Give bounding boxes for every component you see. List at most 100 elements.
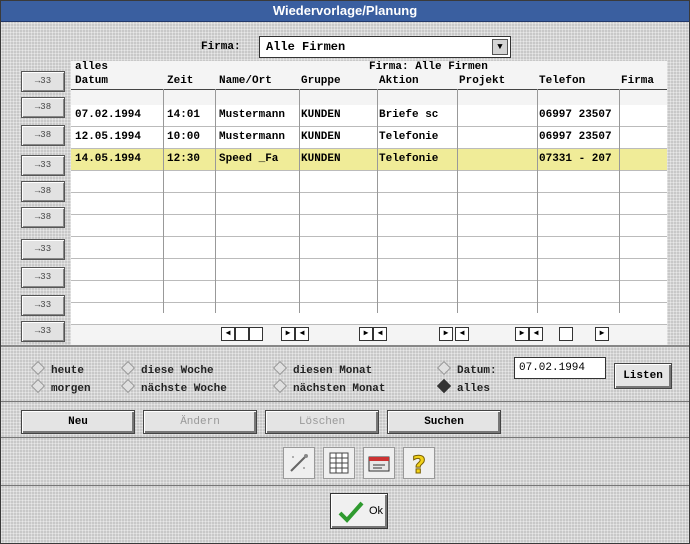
- table-row[interactable]: 12.05.1994 10:00 Mustermann KUNDEN Telef…: [71, 127, 667, 149]
- radio-datum[interactable]: Datum:: [436, 360, 497, 377]
- radio-icon: [272, 378, 288, 394]
- table-row[interactable]: [71, 303, 667, 325]
- radio-label: alles: [457, 383, 491, 395]
- divider: [1, 485, 689, 486]
- window: Wiedervorlage/Planung Firma: Alle Firmen…: [0, 0, 690, 544]
- scroll-track[interactable]: [559, 327, 573, 341]
- radio-heute[interactable]: heute: [30, 360, 84, 377]
- scroll-left-icon[interactable]: ◀: [373, 327, 387, 341]
- checkmark-icon: [338, 501, 364, 523]
- cell-aktion: Telefonie: [379, 153, 439, 165]
- card-file-icon[interactable]: [363, 447, 395, 479]
- divider: [1, 345, 689, 347]
- column-scrollbars: ◀ ▶ ◀ ▶ ◀ ▶ ◀ ▶ ◀ ▶: [71, 327, 667, 343]
- scroll-left-icon[interactable]: ◀: [221, 327, 235, 341]
- window-title: Wiedervorlage/Planung: [1, 1, 689, 22]
- firma-select-value: Alle Firmen: [266, 40, 346, 54]
- radio-icon: [272, 360, 288, 376]
- table-row[interactable]: 07.02.1994 14:01 Mustermann KUNDEN Brief…: [71, 105, 667, 127]
- table-row[interactable]: [71, 281, 667, 303]
- cell-name: Mustermann: [219, 109, 286, 121]
- appointment-grid: alles Firma: Alle Firmen Datum Zeit Name…: [71, 61, 667, 346]
- radio-icon-selected: [436, 378, 452, 394]
- column-divider: [619, 89, 620, 313]
- column-divider: [457, 89, 458, 313]
- col-header-telefon[interactable]: Telefon: [539, 75, 585, 87]
- radio-naechsten-monat[interactable]: nächsten Monat: [272, 378, 385, 395]
- dropdown-arrow-icon[interactable]: ▼: [492, 39, 508, 55]
- divider: [1, 437, 689, 438]
- scroll-right-icon[interactable]: ▶: [359, 327, 373, 341]
- cell-datum: 07.02.1994: [75, 109, 142, 121]
- side-button-9[interactable]: →33: [21, 295, 65, 316]
- suchen-button[interactable]: Suchen: [387, 410, 501, 434]
- column-divider: [377, 89, 378, 313]
- listen-button[interactable]: Listen: [614, 363, 672, 389]
- radio-label: morgen: [51, 383, 91, 395]
- col-header-firma[interactable]: Firma: [621, 75, 654, 87]
- scroll-track[interactable]: [235, 327, 249, 341]
- col-header-projekt[interactable]: Projekt: [459, 75, 505, 87]
- date-input[interactable]: 07.02.1994: [514, 357, 606, 379]
- side-button-3[interactable]: →38: [21, 125, 65, 146]
- table-row[interactable]: [71, 171, 667, 193]
- radio-label: Datum:: [457, 365, 497, 377]
- radio-icon: [436, 360, 452, 376]
- column-divider: [299, 89, 300, 313]
- divider: [1, 401, 689, 402]
- scroll-right-icon[interactable]: ▶: [595, 327, 609, 341]
- radio-label: diesen Monat: [293, 365, 373, 377]
- help-icon[interactable]: ?: [403, 447, 435, 480]
- scroll-right-icon[interactable]: ▶: [281, 327, 295, 341]
- side-button-2[interactable]: →38: [21, 97, 65, 118]
- side-button-5[interactable]: →38: [21, 181, 65, 202]
- col-header-name[interactable]: Name/Ort: [219, 75, 272, 87]
- scroll-left-icon[interactable]: ◀: [455, 327, 469, 341]
- ok-button[interactable]: Ok: [330, 493, 388, 529]
- col-header-aktion[interactable]: Aktion: [379, 75, 419, 87]
- col-header-gruppe[interactable]: Gruppe: [301, 75, 341, 87]
- cell-gruppe: KUNDEN: [301, 153, 341, 165]
- col-header-datum[interactable]: Datum: [75, 75, 108, 87]
- col-header-zeit[interactable]: Zeit: [167, 75, 193, 87]
- table-row[interactable]: [71, 193, 667, 215]
- radio-alles[interactable]: alles: [436, 378, 491, 395]
- cell-zeit: 14:01: [167, 109, 201, 121]
- side-button-8[interactable]: →33: [21, 267, 65, 288]
- radio-morgen[interactable]: morgen: [30, 378, 91, 395]
- side-button-7[interactable]: →33: [21, 239, 65, 260]
- cell-aktion: Telefonie: [379, 131, 439, 143]
- radio-label: diese Woche: [141, 365, 214, 377]
- wand-icon[interactable]: [283, 447, 315, 479]
- scroll-right-icon[interactable]: ▶: [515, 327, 529, 341]
- scroll-track[interactable]: [249, 327, 263, 341]
- side-button-6[interactable]: →38: [21, 207, 65, 228]
- calendar-icon[interactable]: [323, 447, 355, 479]
- side-button-4[interactable]: →33: [21, 155, 65, 176]
- table-row[interactable]: [71, 259, 667, 281]
- side-button-1[interactable]: →33: [21, 71, 65, 92]
- cell-telefon: 07331 - 207: [539, 153, 612, 165]
- cell-datum: 14.05.1994: [75, 153, 142, 165]
- cell-aktion: Briefe sc: [379, 109, 439, 121]
- scroll-left-icon[interactable]: ◀: [295, 327, 309, 341]
- neu-button[interactable]: Neu: [21, 410, 135, 434]
- table-row[interactable]: [71, 215, 667, 237]
- cell-zeit: 10:00: [167, 131, 201, 143]
- scroll-left-icon[interactable]: ◀: [529, 327, 543, 341]
- aendern-button[interactable]: Ändern: [143, 410, 257, 434]
- radio-naechste-woche[interactable]: nächste Woche: [120, 378, 227, 395]
- table-row-selected[interactable]: 14.05.1994 12:30 Speed _Fa KUNDEN Telefo…: [71, 149, 667, 171]
- loeschen-button[interactable]: Löschen: [265, 410, 379, 434]
- radio-icon: [120, 378, 136, 394]
- firma-select[interactable]: Alle Firmen ▼: [259, 36, 511, 58]
- side-button-10[interactable]: →33: [21, 321, 65, 342]
- table-row[interactable]: [71, 237, 667, 259]
- cell-gruppe: KUNDEN: [301, 131, 341, 143]
- column-divider: [537, 89, 538, 313]
- grid-info: alles Firma: Alle Firmen: [71, 61, 667, 75]
- radio-diesen-monat[interactable]: diesen Monat: [272, 360, 373, 377]
- radio-diese-woche[interactable]: diese Woche: [120, 360, 214, 377]
- scroll-right-icon[interactable]: ▶: [439, 327, 453, 341]
- cell-gruppe: KUNDEN: [301, 109, 341, 121]
